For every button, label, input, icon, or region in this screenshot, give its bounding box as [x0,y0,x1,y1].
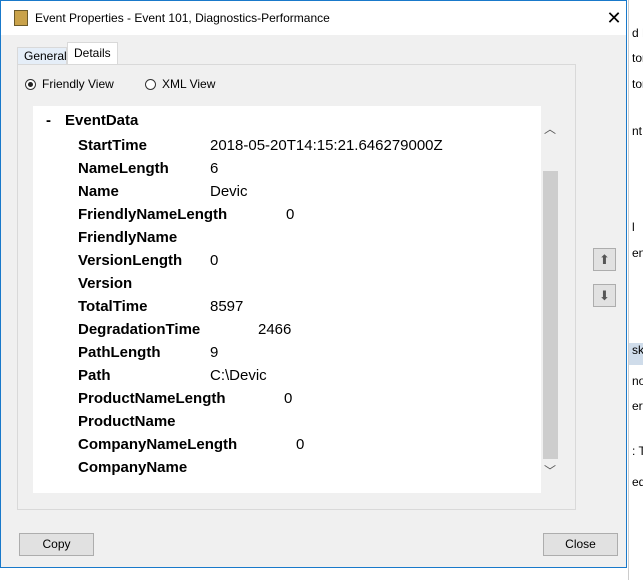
background-text-fragment: nt [632,124,643,138]
window-title: Event Properties - Event 101, Diagnostic… [35,11,330,25]
close-icon[interactable]: ✕ [601,5,627,31]
field-name: VersionLength [78,252,183,269]
tab-general[interactable]: General [17,47,67,64]
field-name: CompanyNameLength [78,436,238,453]
field-value: C:\Devic [210,367,267,384]
arrow-down-icon: ⬇ [599,288,610,303]
field-name: DegradationTime [78,321,201,338]
background-text-fragment: nos [632,374,643,388]
field-name: NameLength [78,160,169,177]
close-button[interactable]: Close [543,533,618,556]
field-name: Name [78,183,119,200]
background-text-fragment: sk [632,343,643,357]
field-name: PathLength [78,344,161,361]
field-value: 2018-05-20T14:15:21.646279000Z [210,137,443,154]
previous-event-button[interactable]: ⬆ [593,248,616,271]
field-value: 8597 [210,298,244,315]
scroll-up-icon[interactable]: ︿ [541,120,559,137]
background-text-fragment: : Te [632,444,643,458]
field-name: FriendlyNameLength [78,206,228,223]
tab-details[interactable]: Details [67,42,118,65]
event-data-view: - EventData StartTime 2018-05-20T14:15:21… [33,106,541,493]
event-properties-dialog: Event Properties - Event 101, Diagnostic… [0,0,627,568]
field-name: FriendlyName [78,229,178,246]
next-event-button[interactable]: ⬇ [593,284,616,307]
background-text-fragment: ent [632,246,643,260]
scroll-down-icon[interactable]: ﹀ [541,462,559,479]
field-name: ProductName [78,413,176,430]
field-name: ProductNameLength [78,390,226,407]
field-value: 2466 [258,321,292,338]
field-name: Path [78,367,111,384]
field-name: StartTime [78,137,147,154]
field-value: 0 [286,206,295,223]
field-value: 0 [210,252,219,269]
radio-label: XML View [162,77,216,91]
field-name: CompanyName [78,459,188,476]
background-window: d L tor tor nt l ent sk nos erti : Te ed [628,0,643,580]
field-value: Devic [210,183,248,200]
field-name: Version [78,275,133,292]
title-bar: Event Properties - Event 101, Diagnostic… [1,1,626,35]
background-text-fragment: erti [632,399,643,413]
field-value: 0 [296,436,305,453]
vertical-scrollbar[interactable]: ︿ ﹀ [541,106,559,493]
xml-view-radio[interactable]: XML View [145,77,215,91]
background-text-fragment: ed [632,475,643,489]
field-name: TotalTime [78,298,148,315]
radio-unselected-icon [145,78,156,90]
background-text-fragment: l [632,220,635,234]
radio-label: Friendly View [42,77,114,91]
scrollbar-thumb[interactable] [543,171,558,459]
event-viewer-icon [14,10,28,26]
friendly-view-radio[interactable]: Friendly View [25,77,114,91]
background-text-fragment: d L [632,26,643,40]
collapse-toggle[interactable]: - [46,112,51,129]
field-value: 9 [210,344,219,361]
background-text-fragment: tor [632,51,643,65]
background-text-fragment: tor [632,77,643,91]
field-value: 0 [284,390,293,407]
radio-selected-icon [25,78,36,90]
field-value: 6 [210,160,219,177]
arrow-up-icon: ⬆ [599,252,610,267]
section-title: EventData [65,112,139,129]
copy-button[interactable]: Copy [19,533,94,556]
